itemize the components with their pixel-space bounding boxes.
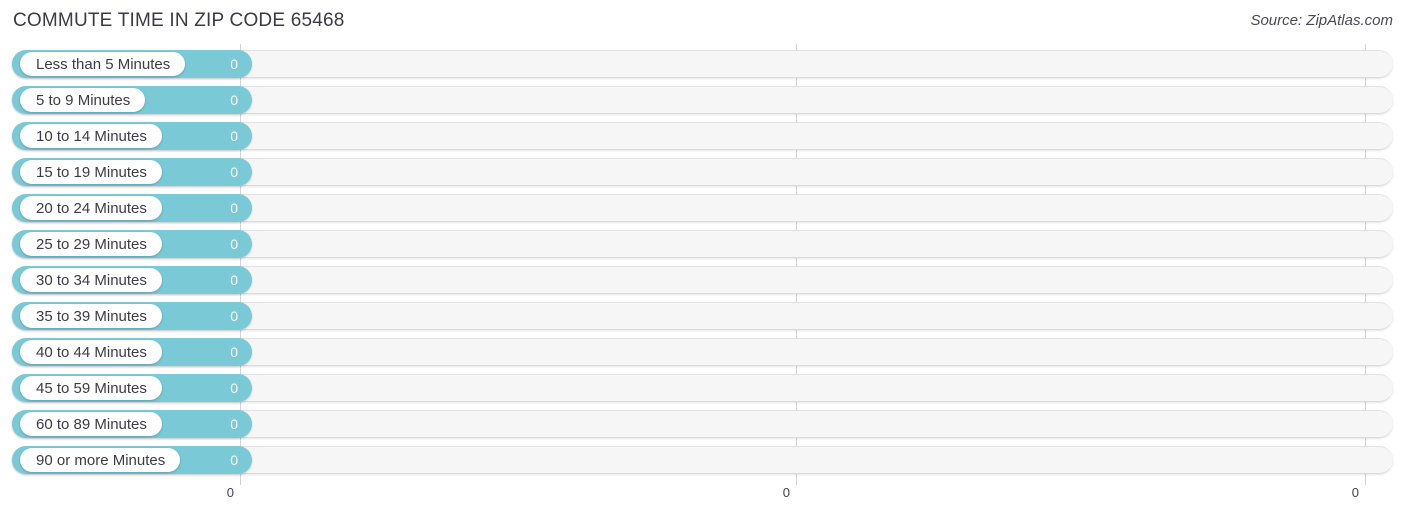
x-axis: 0 0 0: [0, 485, 1406, 523]
bar-value: 0: [230, 416, 238, 432]
x-axis-tick-label: 0: [1351, 485, 1359, 500]
bar-label: 25 to 29 Minutes: [36, 235, 147, 253]
bar-label-pill: 5 to 9 Minutes: [20, 88, 146, 112]
chart-header: COMMUTE TIME IN ZIP CODE 65468 Source: Z…: [0, 0, 1406, 44]
bar-value: 0: [230, 452, 238, 468]
bar-label-pill: 45 to 59 Minutes: [20, 376, 162, 400]
bar-label-pill: 10 to 14 Minutes: [20, 124, 162, 148]
bar-row: 5 to 9 Minutes 0: [0, 86, 1406, 114]
bar-value: 0: [230, 272, 238, 288]
bar-label: 10 to 14 Minutes: [36, 127, 147, 145]
bar-label-pill: 40 to 44 Minutes: [20, 340, 162, 364]
bar-value: 0: [230, 164, 238, 180]
source-attribution: Source: ZipAtlas.com: [1250, 12, 1393, 29]
bar-value: 0: [230, 128, 238, 144]
bar-label: Less than 5 Minutes: [36, 55, 171, 73]
bar-label: 60 to 89 Minutes: [36, 415, 147, 433]
bar-value: 0: [230, 380, 238, 396]
chart-plot-area: Less than 5 Minutes 0 5 to 9 Minutes 0 10 to…: [0, 44, 1406, 485]
bar-value: 0: [230, 200, 238, 216]
bar-label-pill: 30 to 34 Minutes: [20, 268, 162, 292]
bar-label: 20 to 24 Minutes: [36, 199, 147, 217]
bar-label-pill: 60 to 89 Minutes: [20, 412, 162, 436]
x-axis-tick-label: 0: [226, 485, 234, 500]
bar-label: 40 to 44 Minutes: [36, 343, 147, 361]
bar-row: Less than 5 Minutes 0: [0, 50, 1406, 78]
bar-row: 20 to 24 Minutes 0: [0, 194, 1406, 222]
x-axis-tick-label: 0: [782, 485, 790, 500]
bar-label: 45 to 59 Minutes: [36, 379, 147, 397]
bar-value: 0: [230, 308, 238, 324]
bar-row: 60 to 89 Minutes 0: [0, 410, 1406, 438]
bar-value: 0: [230, 344, 238, 360]
bar-value: 0: [230, 236, 238, 252]
bar-label-pill: 15 to 19 Minutes: [20, 160, 162, 184]
bar-label: 35 to 39 Minutes: [36, 307, 147, 325]
bar-rows: Less than 5 Minutes 0 5 to 9 Minutes 0 10 to…: [0, 50, 1406, 482]
bar-label: 15 to 19 Minutes: [36, 163, 147, 181]
bar-label: 30 to 34 Minutes: [36, 271, 147, 289]
bar-row: 15 to 19 Minutes 0: [0, 158, 1406, 186]
bar-label-pill: Less than 5 Minutes: [20, 52, 186, 76]
bar-row: 90 or more Minutes 0: [0, 446, 1406, 474]
bar-value: 0: [230, 92, 238, 108]
bar-value: 0: [230, 56, 238, 72]
bar-label: 90 or more Minutes: [36, 451, 166, 469]
bar-label-pill: 20 to 24 Minutes: [20, 196, 162, 220]
bar-row: 10 to 14 Minutes 0: [0, 122, 1406, 150]
bar-label-pill: 35 to 39 Minutes: [20, 304, 162, 328]
bar-row: 35 to 39 Minutes 0: [0, 302, 1406, 330]
bar-row: 30 to 34 Minutes 0: [0, 266, 1406, 294]
bar-label: 5 to 9 Minutes: [36, 91, 131, 109]
page-title: COMMUTE TIME IN ZIP CODE 65468: [13, 10, 345, 31]
bar-row: 40 to 44 Minutes 0: [0, 338, 1406, 366]
bar-row: 25 to 29 Minutes 0: [0, 230, 1406, 258]
bar-label-pill: 90 or more Minutes: [20, 448, 181, 472]
bar-label-pill: 25 to 29 Minutes: [20, 232, 162, 256]
bar-row: 45 to 59 Minutes 0: [0, 374, 1406, 402]
